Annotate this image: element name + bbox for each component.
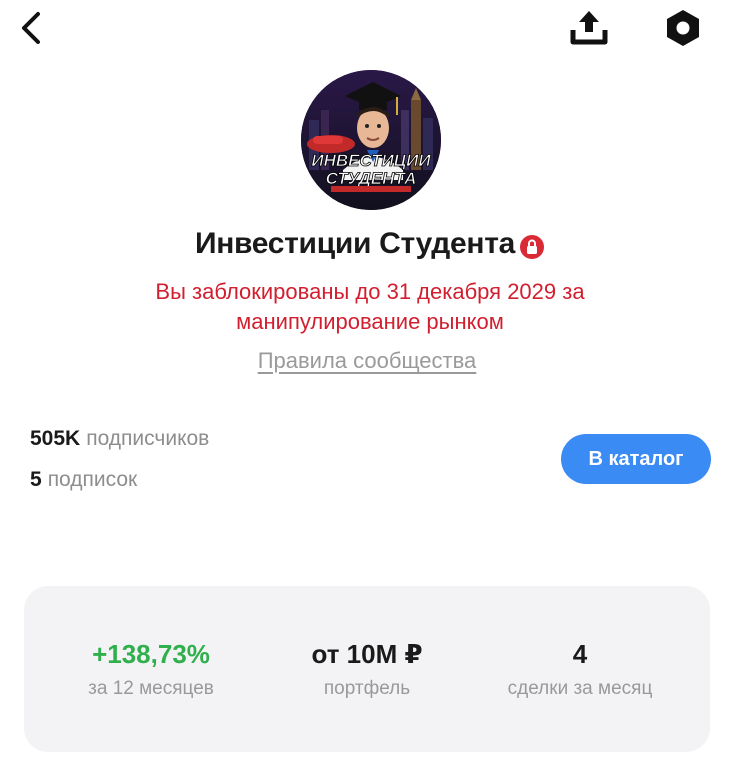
following-count: 5 bbox=[30, 468, 42, 491]
metric-trades: 4 сделки за месяц bbox=[470, 636, 690, 700]
metric-portfolio: от 10М ₽ портфель bbox=[257, 636, 477, 700]
chevron-left-icon bbox=[22, 12, 40, 44]
profile-title-row: Инвестиции Студента bbox=[0, 222, 740, 266]
avatar[interactable]: ИНВЕСТИЦИИ СТУДЕНТА bbox=[301, 70, 441, 210]
metric-annual-return: +138,73% за 12 месяцев bbox=[41, 636, 261, 700]
followers-stat[interactable]: 505K подписчиков bbox=[30, 427, 209, 451]
back-button[interactable] bbox=[14, 10, 48, 46]
hexagon-settings-icon bbox=[667, 10, 699, 46]
followers-label: подписчиков bbox=[86, 427, 210, 450]
blocked-message: Вы заблокированы до 31 декабря 2029 за м… bbox=[155, 279, 585, 334]
top-bar bbox=[0, 0, 740, 60]
metric-value: 4 bbox=[572, 639, 588, 669]
avatar-text-line1: ИНВЕСТИЦИИ bbox=[311, 151, 431, 170]
following-stat[interactable]: 5 подписок bbox=[30, 468, 137, 492]
followers-count: 505K bbox=[30, 427, 81, 450]
catalog-button[interactable]: В каталог bbox=[561, 434, 711, 484]
community-rules-link[interactable]: Правила сообщества bbox=[0, 348, 734, 374]
metrics-card: +138,73% за 12 месяцев от 10М ₽ портфель… bbox=[24, 586, 710, 752]
following-label: подписок bbox=[47, 468, 138, 491]
avatar-image: ИНВЕСТИЦИИ СТУДЕНТА bbox=[301, 70, 441, 210]
avatar-text-line2: СТУДЕНТА bbox=[326, 169, 417, 188]
settings-button[interactable] bbox=[662, 8, 704, 48]
metric-value: от 10М ₽ bbox=[311, 639, 423, 669]
metric-label: сделки за месяц bbox=[507, 678, 653, 699]
share-upload-icon bbox=[570, 11, 608, 45]
profile-title: Инвестиции Студента bbox=[194, 227, 516, 260]
metric-label: портфель bbox=[323, 678, 411, 699]
metric-label: за 12 месяцев bbox=[88, 678, 214, 699]
metric-value: +138,73% bbox=[92, 639, 210, 669]
share-button[interactable] bbox=[568, 8, 610, 48]
lock-icon bbox=[520, 235, 545, 259]
